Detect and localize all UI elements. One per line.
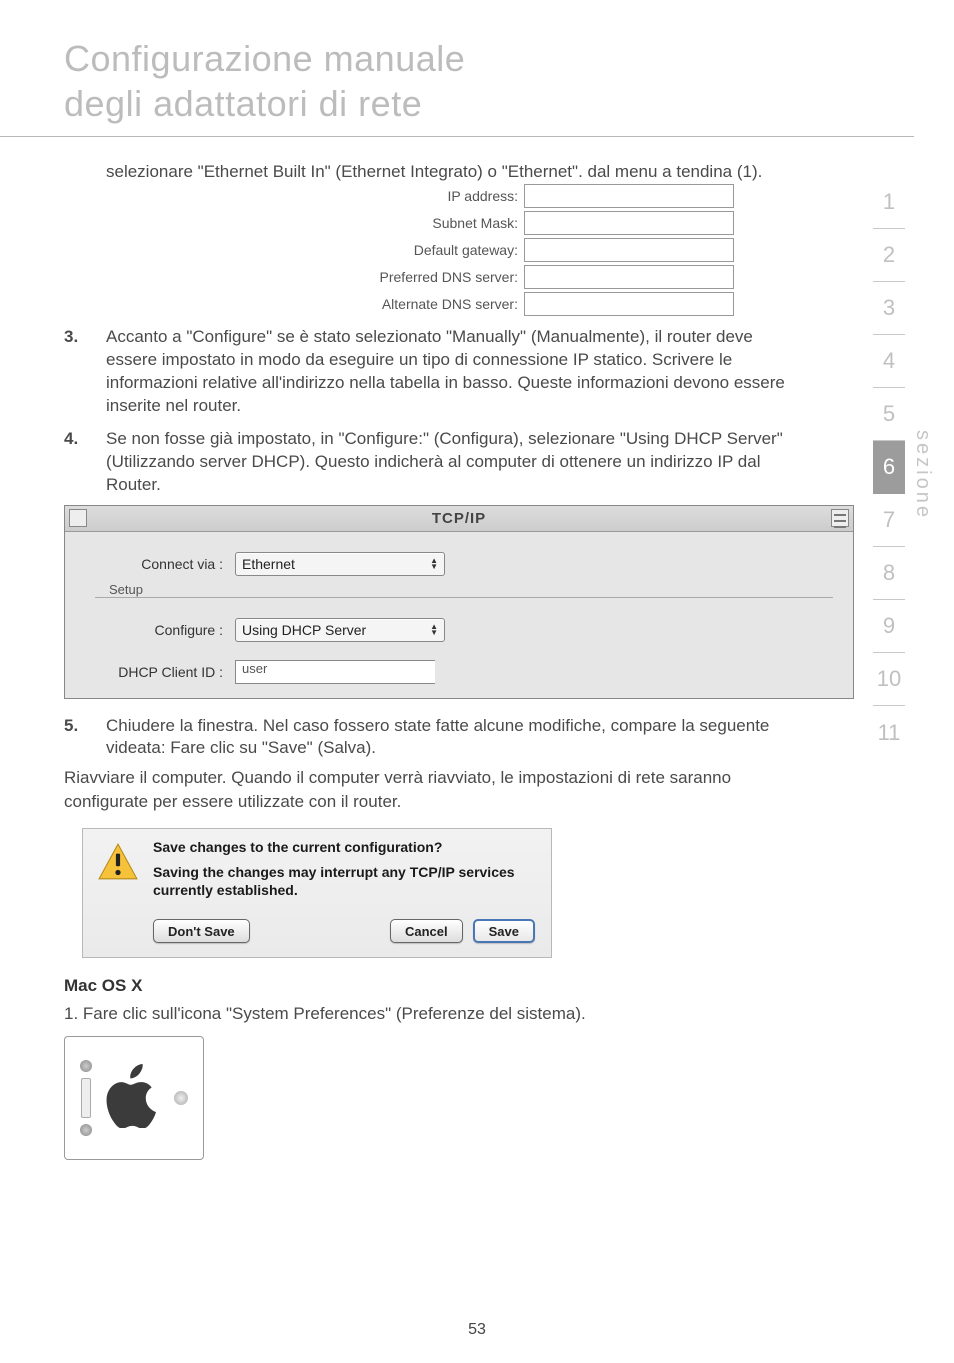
dont-save-button[interactable]: Don't Save (153, 919, 250, 943)
page-number: 53 (0, 1321, 954, 1339)
step-3-text: Accanto a "Configure" se è stato selezio… (88, 326, 806, 418)
step-5-number: 5. (64, 715, 88, 761)
dot-icon (174, 1091, 188, 1105)
window-collapse-icon[interactable] (831, 509, 849, 527)
warning-icon (97, 841, 139, 883)
tcpip-window: TCP/IP Connect via : Ethernet ▲▼ Setup C… (64, 505, 854, 699)
select-arrows-icon: ▲▼ (430, 624, 438, 636)
apple-logo-icon (105, 1064, 161, 1133)
step-3: 3. Accanto a "Configure" se è stato sele… (64, 326, 806, 418)
alternate-dns-input[interactable] (524, 292, 734, 316)
step-4-text: Se non fosse già impostato, in "Configur… (88, 428, 806, 497)
step-4-number: 4. (64, 428, 88, 497)
step-3-number: 3. (64, 326, 88, 418)
configure-label: Configure : (105, 622, 235, 638)
configure-value: Using DHCP Server (242, 622, 366, 638)
macosx-heading: Mac OS X (64, 976, 806, 996)
system-preferences-screenshot (64, 1036, 204, 1160)
setup-group-label: Setup (109, 582, 833, 597)
tcpip-titlebar: TCP/IP (65, 506, 853, 532)
dialog-message: Saving the changes may interrupt any TCP… (153, 863, 535, 899)
section-nav-item-6[interactable]: 6 (873, 441, 905, 494)
dhcp-client-id-input[interactable]: user (235, 660, 435, 684)
preferred-dns-input[interactable] (524, 265, 734, 289)
section-nav-item-1[interactable]: 1 (873, 176, 905, 229)
title-line-1: Configurazione manuale (64, 38, 465, 79)
configure-select[interactable]: Using DHCP Server ▲▼ (235, 618, 445, 642)
select-arrows-icon: ▲▼ (430, 558, 438, 570)
intro-paragraph: selezionare "Ethernet Built In" (Etherne… (64, 161, 806, 184)
restart-paragraph: Riavviare il computer. Quando il compute… (64, 766, 806, 814)
ip-config-fields: IP address: Subnet Mask: Default gateway… (64, 184, 806, 316)
save-dialog: Save changes to the current configuratio… (82, 828, 552, 958)
dot-icon (80, 1060, 92, 1072)
title-line-2: degli adattatori di rete (64, 83, 422, 124)
preferred-dns-label: Preferred DNS server: (364, 269, 524, 285)
connect-via-label: Connect via : (105, 556, 235, 572)
dhcp-client-id-label: DHCP Client ID : (105, 664, 235, 680)
window-close-icon[interactable] (69, 509, 87, 527)
section-nav-item-7[interactable]: 7 (873, 494, 905, 547)
section-label: sezione (911, 176, 934, 520)
alternate-dns-label: Alternate DNS server: (364, 296, 524, 312)
page-header: Configurazione manuale degli adattatori … (0, 0, 914, 137)
default-gateway-label: Default gateway: (364, 242, 524, 258)
section-nav-item-11[interactable]: 11 (873, 706, 905, 759)
macosx-step-1: 1. Fare clic sull'icona "System Preferen… (64, 1002, 806, 1026)
page-title: Configurazione manuale degli adattatori … (64, 36, 914, 126)
section-nav-item-5[interactable]: 5 (873, 388, 905, 441)
cancel-button[interactable]: Cancel (390, 919, 463, 943)
bar-icon (81, 1078, 91, 1118)
tcpip-body: Connect via : Ethernet ▲▼ Setup Configur… (65, 532, 853, 698)
subnet-mask-label: Subnet Mask: (364, 215, 524, 231)
step-5: 5. Chiudere la finestra. Nel caso fosser… (64, 715, 806, 761)
default-gateway-input[interactable] (524, 238, 734, 262)
subnet-mask-input[interactable] (524, 211, 734, 235)
section-nav: 1234567891011 sezione (873, 176, 934, 759)
section-nav-item-3[interactable]: 3 (873, 282, 905, 335)
section-nav-item-8[interactable]: 8 (873, 547, 905, 600)
save-button[interactable]: Save (473, 919, 535, 943)
main-content: selezionare "Ethernet Built In" (Etherne… (0, 161, 870, 1160)
dot-icon (80, 1124, 92, 1136)
step-4: 4. Se non fosse già impostato, in "Confi… (64, 428, 806, 497)
section-nav-item-10[interactable]: 10 (873, 653, 905, 706)
tcpip-title-text: TCP/IP (91, 510, 827, 527)
section-nav-item-2[interactable]: 2 (873, 229, 905, 282)
ip-address-label: IP address: (364, 188, 524, 204)
step-5-text: Chiudere la finestra. Nel caso fossero s… (88, 715, 806, 761)
section-nav-item-4[interactable]: 4 (873, 335, 905, 388)
ip-address-input[interactable] (524, 184, 734, 208)
dialog-title: Save changes to the current configuratio… (153, 839, 535, 855)
section-nav-item-9[interactable]: 9 (873, 600, 905, 653)
connect-via-select[interactable]: Ethernet ▲▼ (235, 552, 445, 576)
connect-via-value: Ethernet (242, 556, 295, 572)
